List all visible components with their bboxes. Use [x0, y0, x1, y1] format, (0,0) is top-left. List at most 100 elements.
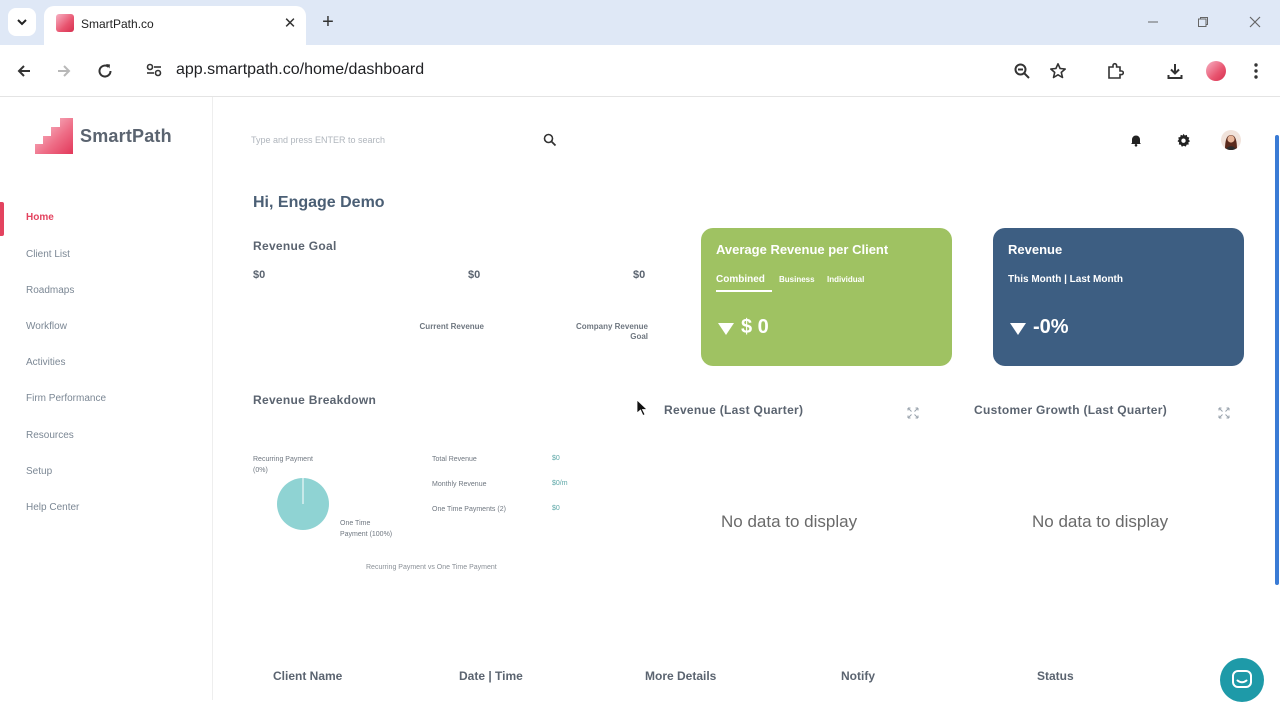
sidebar-item-resources[interactable]: Resources [0, 420, 212, 454]
sidebar-item-client-list[interactable]: Client List [0, 239, 212, 273]
current-revenue-label: Current Revenue [419, 322, 484, 331]
revenue-quarter-title: Revenue (Last Quarter) [664, 403, 804, 417]
stat-label-monthly: Monthly Revenue [432, 481, 487, 488]
stat-value-total: $0 [552, 455, 560, 462]
company-goal-label: Company Revenue Goal [538, 322, 648, 342]
expand-icon[interactable] [907, 407, 919, 419]
avg-revenue-value: $ 0 [741, 316, 769, 338]
gear-icon[interactable] [1174, 131, 1192, 149]
expand-icon[interactable] [1218, 407, 1230, 419]
sidebar-item-label: Roadmaps [26, 285, 75, 296]
stat-value-one-time: $0 [552, 505, 560, 512]
avatar[interactable] [1221, 130, 1241, 150]
one-time-payment-label: One Time Payment (100%) [340, 518, 392, 540]
browser-tab-bar: SmartPath.co ✕ + [0, 0, 1280, 45]
sidebar-item-label: Firm Performance [26, 393, 107, 404]
one-time-label-line1: One Time [340, 520, 371, 527]
tab-close-icon[interactable]: ✕ [280, 13, 300, 33]
reload-icon[interactable] [93, 59, 117, 83]
revenue-card: Revenue This Month | Last Month -0% [993, 228, 1244, 366]
tab-business[interactable]: Business [779, 275, 815, 284]
chat-launcher-button[interactable] [1220, 658, 1264, 702]
sidebar-item-label: Activities [26, 357, 66, 368]
customer-growth-empty: No data to display [1032, 512, 1169, 531]
sidebar-item-activities[interactable]: Activities [0, 347, 212, 381]
one-time-label-line2: Payment (100%) [340, 531, 393, 538]
extensions-icon[interactable] [1103, 59, 1127, 83]
sidebar-item-label: Resources [26, 430, 74, 441]
recurring-payment-label: Recurring Payment (0%) [253, 454, 313, 476]
minimize-icon[interactable] [1143, 12, 1163, 32]
forward-icon[interactable] [52, 59, 76, 83]
revenue-card-subtitle: This Month | Last Month [1008, 274, 1123, 285]
bell-icon[interactable] [1127, 131, 1145, 149]
download-icon[interactable] [1163, 59, 1187, 83]
site-settings-icon[interactable] [143, 59, 165, 81]
revenue-goal-title: Revenue Goal [253, 239, 337, 253]
sidebar: SmartPath Home Client List Roadmaps Work… [0, 97, 213, 700]
search-input[interactable]: Type and press ENTER to search [251, 135, 531, 147]
sidebar-item-roadmaps[interactable]: Roadmaps [0, 275, 212, 309]
chat-icon [1232, 670, 1252, 688]
sidebar-item-home[interactable]: Home [0, 202, 212, 236]
zoom-icon[interactable] [1010, 59, 1034, 83]
mouse-cursor-icon [636, 399, 648, 417]
search-icon[interactable] [543, 133, 557, 147]
revenue-card-title: Revenue [1008, 242, 1063, 257]
column-header-date-time[interactable]: Date | Time [459, 669, 523, 683]
sidebar-item-firm-performance[interactable]: Firm Performance [0, 383, 212, 417]
tab-search-chevron-icon[interactable] [8, 8, 36, 36]
sidebar-item-help-center[interactable]: Help Center [0, 492, 212, 526]
revenue-breakdown-title: Revenue Breakdown [253, 393, 377, 407]
pie-caption: Recurring Payment vs One Time Payment [366, 564, 497, 571]
tab-individual[interactable]: Individual [827, 275, 864, 284]
avg-revenue-title: Average Revenue per Client [716, 242, 889, 257]
revenue-quarter-empty: No data to display [721, 512, 858, 531]
stat-value-monthly: $0/m [552, 480, 568, 487]
payment-pie-chart [277, 478, 329, 530]
sidebar-item-label: Client List [26, 249, 70, 260]
recurring-label-line2: (0%) [253, 467, 268, 474]
recurring-label-line1: Recurring Payment [253, 456, 313, 463]
tab-combined[interactable]: Combined [716, 274, 765, 285]
down-triangle-icon [718, 323, 734, 335]
sidebar-item-setup[interactable]: Setup [0, 456, 212, 490]
column-header-client-name[interactable]: Client Name [273, 669, 342, 683]
back-icon[interactable] [12, 59, 36, 83]
sidebar-item-label: Home [26, 212, 54, 223]
column-header-more-details[interactable]: More Details [645, 669, 716, 683]
column-header-notify[interactable]: Notify [841, 669, 875, 683]
company-goal-label-line1: Company Revenue [575, 322, 648, 331]
restore-icon[interactable] [1193, 12, 1213, 32]
customer-growth-title: Customer Growth (Last Quarter) [974, 403, 1168, 417]
sidebar-item-workflow[interactable]: Workflow [0, 311, 212, 345]
smartpath-logo-icon [35, 118, 73, 154]
sidebar-item-label: Setup [26, 466, 53, 477]
bookmark-star-icon[interactable] [1046, 59, 1070, 83]
address-bar: app.smartpath.co/home/dashboard [0, 45, 1280, 97]
stat-label-one-time: One Time Payments (2) [432, 506, 506, 513]
new-tab-icon[interactable]: + [316, 10, 340, 34]
company-goal-label-line2: Goal [630, 332, 648, 341]
revenue-card-value: -0% [1033, 316, 1069, 338]
goal-current-value: $0 [468, 269, 481, 281]
url-text[interactable]: app.smartpath.co/home/dashboard [176, 61, 424, 79]
profile-icon[interactable] [1204, 59, 1228, 83]
brand-name: SmartPath [80, 126, 172, 146]
tab-selected-underline [716, 290, 772, 292]
browser-menu-icon[interactable] [1244, 59, 1268, 83]
tab-title: SmartPath.co [81, 17, 154, 31]
goal-start-value: $0 [253, 269, 266, 281]
sidebar-item-label: Help Center [26, 502, 80, 513]
column-header-status[interactable]: Status [1037, 669, 1074, 683]
browser-tab[interactable]: SmartPath.co ✕ [44, 6, 306, 45]
goal-target-value: $0 [633, 269, 646, 281]
scrollbar-thumb[interactable] [1275, 135, 1279, 585]
avg-revenue-card: Average Revenue per Client Combined Busi… [701, 228, 952, 366]
page-greeting: Hi, Engage Demo [253, 194, 385, 211]
sidebar-item-label: Workflow [26, 321, 67, 332]
stat-label-total: Total Revenue [432, 456, 477, 463]
favicon-icon [56, 14, 74, 32]
close-window-icon[interactable] [1245, 12, 1265, 32]
down-triangle-icon [1010, 323, 1026, 335]
